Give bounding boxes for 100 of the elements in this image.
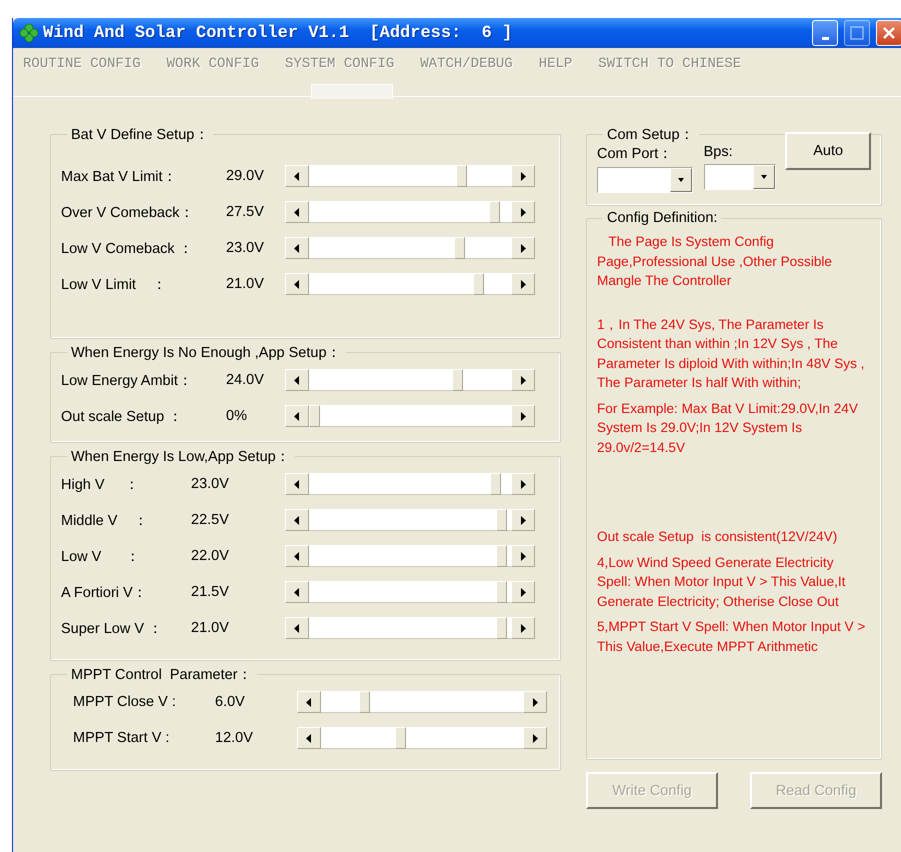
menu-item[interactable]: ROUTINE CONFIG — [23, 56, 141, 78]
scroll-left-button[interactable] — [285, 581, 309, 603]
value-reading: 0% — [226, 408, 248, 424]
com-port-dropdown[interactable] — [597, 167, 693, 193]
slider-thumb[interactable] — [496, 581, 508, 603]
field-label: Low V ： — [61, 548, 142, 566]
slider-thumb[interactable] — [454, 237, 466, 259]
scroll-left-button[interactable] — [285, 237, 309, 259]
scroll-right-button[interactable] — [511, 545, 535, 567]
definition-text: The Page Is System Config Page,Professional Use ,Other Possible Mangle The Controller — [597, 233, 833, 290]
group-title: When Energy Is No Enough ,App Setup： — [70, 344, 343, 362]
scroll-right-button[interactable] — [511, 369, 535, 391]
maximize-button[interactable] — [844, 20, 870, 46]
close-icon — [882, 26, 896, 40]
value-reading: 23.0V — [191, 476, 230, 492]
field-label: Low Energy Ambit： — [61, 372, 194, 390]
minimize-icon — [822, 36, 828, 40]
left-arrow-icon — [294, 624, 300, 632]
right-arrow-icon — [520, 588, 526, 596]
definition-text: For Example: Max Bat V Limit:29.0V,In 24V System Is 29.0V;In 12V System Is 29.0v/2=14.5V — [597, 400, 859, 456]
value-reading: 27.5V — [226, 204, 265, 220]
close-button[interactable] — [876, 20, 901, 46]
slider-thumb[interactable] — [490, 473, 502, 495]
field-label: Bps: — [704, 144, 734, 160]
value-reading: 23.0V — [226, 240, 265, 256]
field-label: High V ： — [61, 476, 141, 494]
slider-thumb[interactable] — [359, 691, 370, 713]
scroll-left-button[interactable] — [285, 473, 309, 495]
minimize-button[interactable] — [812, 20, 838, 46]
scroll-left-button[interactable] — [285, 165, 309, 187]
scroll-right-button[interactable] — [511, 273, 535, 295]
slider-thumb[interactable] — [496, 617, 508, 639]
bps-dropdown[interactable] — [704, 164, 776, 190]
value-reading: 12.0V — [215, 730, 254, 746]
menu-item[interactable]: HELP — [538, 56, 572, 78]
slider-thumb[interactable] — [473, 273, 484, 295]
definition-text: 5,MPPT Start V Spell: When Motor Input V > This Value,Execute MPPT Arithmetic — [597, 618, 866, 656]
slider-thumb[interactable] — [456, 165, 468, 187]
definition-text: Out scale Setup is consistent(12V/24V) — [597, 528, 838, 546]
field-label: Over V Comeback： — [61, 204, 196, 222]
field-label: Com Port： — [597, 145, 674, 163]
slider-thumb[interactable] — [488, 201, 500, 223]
left-arrow-icon — [294, 412, 300, 420]
scroll-left-button[interactable] — [285, 369, 309, 391]
value-reading: 6.0V — [215, 694, 246, 710]
menu-item[interactable]: WATCH/DEBUG — [420, 56, 513, 78]
slider-thumb[interactable] — [496, 545, 508, 567]
right-arrow-icon — [520, 244, 526, 252]
field-label: Middle V ： — [61, 512, 150, 530]
scroll-left-button[interactable] — [285, 405, 309, 427]
slider-thumb[interactable] — [496, 509, 508, 531]
slider-thumb[interactable] — [452, 369, 464, 391]
value-reading: 21.5V — [191, 584, 230, 600]
slider-thumb[interactable] — [395, 727, 406, 749]
right-arrow-icon — [520, 412, 526, 420]
group-title: When Energy Is Low,App Setup： — [70, 448, 292, 466]
menu-item[interactable]: SWITCH TO CHINESE — [598, 56, 742, 78]
group-title: MPPT Control Parameter： — [70, 666, 254, 684]
scroll-left-button[interactable] — [297, 727, 321, 749]
scroll-left-button[interactable] — [285, 617, 309, 639]
scroll-right-button[interactable] — [511, 509, 535, 531]
left-arrow-icon — [294, 516, 300, 524]
scroll-right-button[interactable] — [511, 237, 535, 259]
right-arrow-icon — [532, 698, 538, 706]
group-title: Bat V Define Setup： — [70, 126, 210, 144]
scroll-left-button[interactable] — [285, 509, 309, 531]
menu-item[interactable]: WORK CONFIG — [166, 56, 260, 78]
scroll-right-button[interactable] — [511, 473, 535, 495]
scroll-left-button[interactable] — [285, 545, 309, 567]
scroll-right-button[interactable] — [523, 727, 547, 749]
right-arrow-icon — [520, 172, 526, 180]
window-title: Wind And Solar Controller V1.1 [Address: 6 ] — [43, 24, 514, 42]
scroll-left-button[interactable] — [297, 691, 321, 713]
slider-thumb[interactable] — [309, 405, 320, 427]
scroll-right-button[interactable] — [511, 581, 535, 603]
value-reading: 22.0V — [191, 548, 230, 564]
left-arrow-icon — [294, 244, 300, 252]
scroll-right-button[interactable] — [511, 201, 535, 223]
scroll-left-button[interactable] — [285, 273, 309, 295]
auto-button[interactable]: Auto — [785, 132, 872, 170]
left-arrow-icon — [294, 376, 300, 384]
value-reading: 24.0V — [226, 372, 265, 388]
menu-item[interactable]: SYSTEM CONFIG — [285, 56, 394, 78]
scroll-right-button[interactable] — [511, 617, 535, 639]
maximize-icon — [850, 26, 864, 40]
right-arrow-icon — [520, 480, 526, 488]
dropdown-arrow-icon — [678, 176, 684, 184]
right-arrow-icon — [532, 734, 538, 742]
left-arrow-icon — [306, 734, 312, 742]
scroll-left-button[interactable] — [285, 201, 309, 223]
scroll-right-button[interactable] — [523, 691, 547, 713]
value-reading: 22.5V — [191, 512, 230, 528]
scroll-right-button[interactable] — [511, 405, 535, 427]
group-title: Config Definition: — [606, 210, 718, 226]
scroll-right-button[interactable] — [511, 165, 535, 187]
left-arrow-icon — [294, 172, 300, 180]
field-label: Super Low V ： — [61, 620, 164, 638]
left-arrow-icon — [294, 208, 300, 216]
left-arrow-icon — [294, 280, 300, 288]
right-arrow-icon — [520, 516, 526, 524]
